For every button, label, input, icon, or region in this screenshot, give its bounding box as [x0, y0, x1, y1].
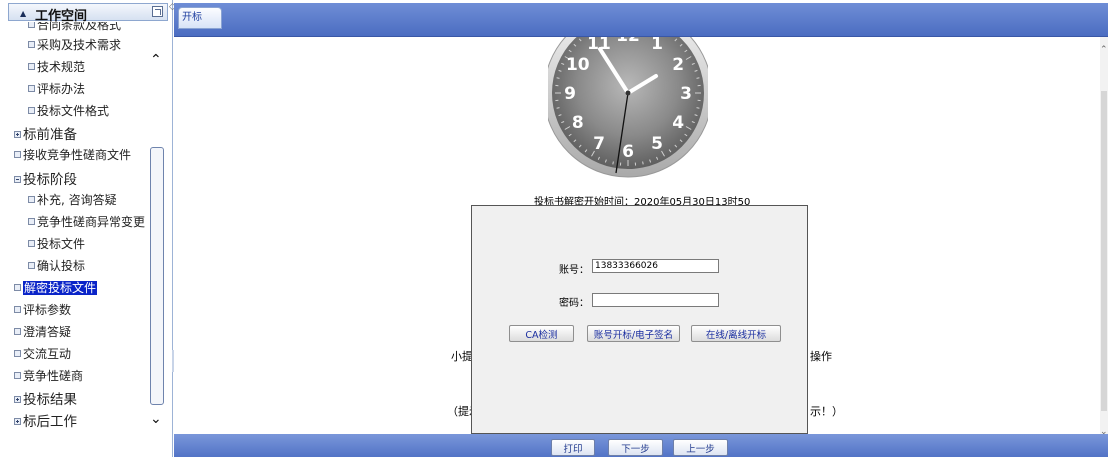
tree-item-bid-file[interactable]: 投标文件: [28, 235, 85, 252]
content-scrollbar[interactable]: ⌃ ⌄: [1100, 37, 1108, 437]
password-input[interactable]: [592, 293, 719, 307]
clock-number: 2: [672, 55, 684, 75]
collapse-minus-icon[interactable]: [14, 176, 21, 183]
clock-number: 11: [587, 37, 611, 54]
node-icon: [14, 350, 21, 357]
tree-item-pre-bid[interactable]: 标前准备: [14, 123, 77, 143]
node-icon: [14, 151, 21, 158]
tree-item-clarify[interactable]: 澄清答疑: [14, 323, 71, 340]
clock-tick: [556, 107, 560, 109]
node-icon: [14, 306, 21, 313]
tree-item-confirm-bid[interactable]: 确认投标: [28, 257, 85, 274]
login-dialog: 账号： 密码： CA检测 账号开标/电子签名 在线/离线开标: [471, 205, 808, 434]
clock-number: 8: [572, 113, 584, 133]
tip-text-right-2: 示！）: [810, 405, 843, 418]
print-button[interactable]: 打印: [551, 439, 595, 456]
tree-item-decrypt[interactable]: 解密投标文件: [14, 279, 98, 296]
bottom-toolbar: 打印 下一步 上一步: [174, 434, 1108, 457]
prev-step-button[interactable]: 上一步: [673, 439, 728, 456]
tree-item-procurement-requirements[interactable]: 采购及技术需求: [28, 36, 121, 53]
tree-item-interaction[interactable]: 交流互动: [14, 345, 71, 362]
tree-item-results[interactable]: 投标结果: [14, 388, 77, 408]
clock-tick: [556, 77, 560, 79]
account-input[interactable]: [592, 259, 719, 273]
node-icon: [14, 284, 21, 291]
tree-item-receive-docs[interactable]: 接收竞争性磋商文件: [14, 146, 131, 163]
account-sign-button[interactable]: 账号开标/电子签名: [587, 325, 680, 342]
password-label: 密码：: [559, 298, 589, 309]
clock-number: 12: [616, 37, 640, 46]
tree-item-evaluation-method[interactable]: 评标办法: [28, 80, 85, 97]
clock-icon: 12 12 3 45678 9 1011: [548, 37, 708, 178]
tree-item-negotiation[interactable]: 竞争性磋商: [14, 367, 83, 384]
expand-plus-icon[interactable]: [14, 131, 21, 138]
clock-number: 7: [593, 134, 605, 154]
node-icon: [14, 328, 21, 335]
tree-item-eval-params[interactable]: 评标参数: [14, 301, 71, 318]
clock-number: 3: [680, 84, 692, 104]
nav-tree: 合同条款及格式 采购及技术需求 技术规范 评标办法 投标文件格式 标前准备 接收…: [8, 22, 153, 455]
expand-plus-icon[interactable]: [14, 396, 21, 403]
tree-item-post-bid[interactable]: 标后工作: [14, 410, 77, 430]
clock-tick: [696, 77, 700, 79]
node-icon: [28, 262, 35, 269]
scroll-up-icon[interactable]: ⌃: [150, 52, 162, 68]
account-label: 账号：: [559, 265, 589, 276]
tree-item-contract-terms[interactable]: 合同条款及格式: [28, 22, 121, 33]
node-icon: [28, 63, 35, 70]
scroll-down-icon[interactable]: ⌄: [150, 411, 162, 427]
sidebar-scrollbar-thumb[interactable]: [150, 147, 164, 405]
clock-tick: [642, 161, 644, 165]
ca-check-button[interactable]: CA检测: [509, 325, 574, 342]
clock-number: 1: [651, 37, 663, 54]
node-icon: [28, 218, 35, 225]
tree-item-bid-format[interactable]: 投标文件格式: [28, 102, 109, 119]
tip-text-right: 操作: [810, 350, 832, 363]
scroll-up-arrow-icon[interactable]: ⌃: [1100, 45, 1108, 55]
expand-plus-icon[interactable]: [14, 418, 21, 425]
node-icon: [14, 372, 21, 379]
tree-item-changes[interactable]: 竞争性磋商异常变更: [28, 213, 145, 230]
clock-number: 10: [566, 55, 590, 75]
workspace-header[interactable]: ▲ 工作空间: [8, 3, 168, 24]
clock-number: 9: [564, 84, 576, 104]
clock-number: 5: [651, 134, 663, 154]
tip-text-left: 小提: [451, 350, 473, 363]
panel-toggle-icon[interactable]: [152, 6, 163, 17]
clock-number: 4: [672, 113, 684, 133]
node-icon: [28, 41, 35, 48]
tab-bar: 开标: [174, 3, 1108, 37]
workspace-panel: ▲ 工作空间 合同条款及格式 采购及技术需求 技术规范 评标办法 投标文件格式 …: [0, 0, 173, 457]
online-offline-open-button[interactable]: 在线/离线开标: [691, 325, 781, 342]
tree-item-tech-spec[interactable]: 技术规范: [28, 58, 85, 75]
node-icon: [28, 196, 35, 203]
tree-item-qa[interactable]: 补充, 咨询答疑: [28, 191, 117, 208]
tab-bid-opening[interactable]: 开标: [178, 7, 222, 29]
node-icon: [28, 22, 35, 28]
collapse-triangle-icon[interactable]: ▲: [20, 9, 26, 18]
clock-tick: [696, 107, 700, 109]
node-icon: [28, 107, 35, 114]
content-scroll-track[interactable]: [1101, 91, 1107, 411]
clock-tick: [612, 161, 614, 165]
clock-number: 6: [622, 142, 634, 162]
next-step-button[interactable]: 下一步: [608, 439, 663, 456]
tree-item-bidding-stage[interactable]: 投标阶段: [14, 168, 77, 188]
node-icon: [28, 85, 35, 92]
node-icon: [28, 240, 35, 247]
